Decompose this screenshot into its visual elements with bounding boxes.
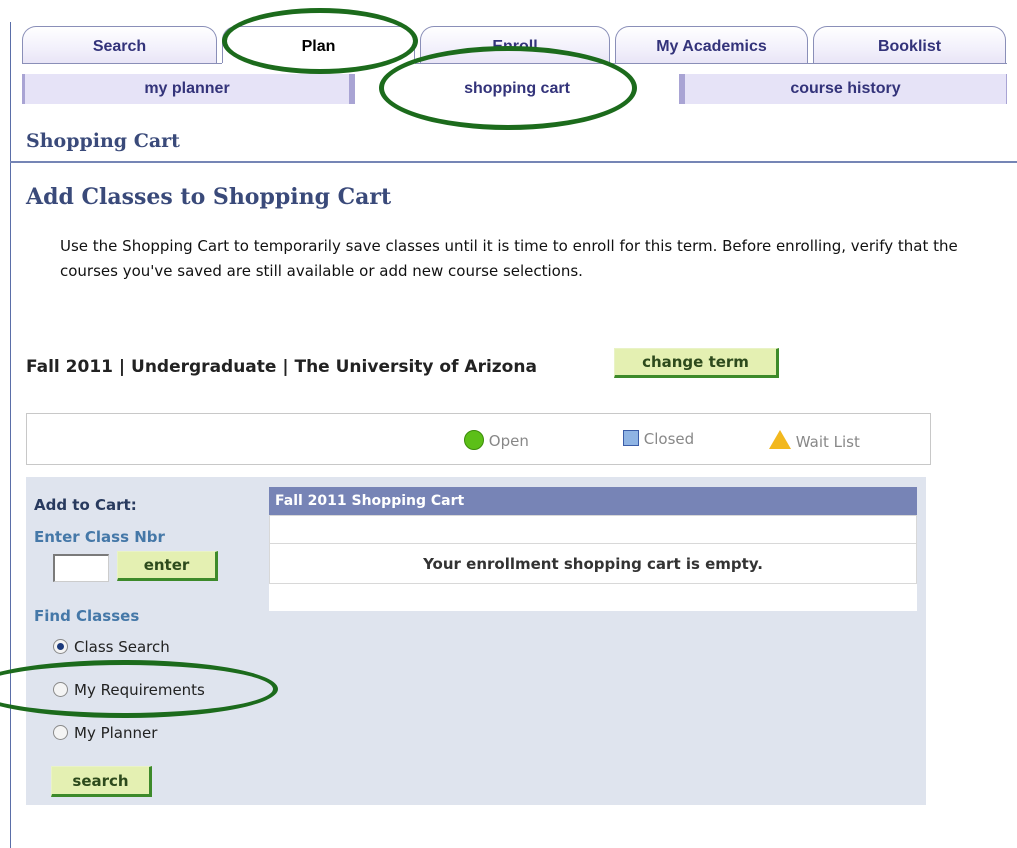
class-nbr-input[interactable] (53, 554, 109, 582)
tab-my-academics[interactable]: My Academics (615, 26, 808, 64)
enter-button[interactable]: enter (117, 551, 218, 581)
table-row (269, 515, 917, 544)
change-term-button[interactable]: change term (614, 348, 779, 378)
subtab-my-planner[interactable]: my planner (22, 74, 352, 104)
intro-text: Use the Shopping Cart to temporarily sav… (60, 237, 958, 280)
legend-open-label: Open (488, 432, 529, 450)
search-button[interactable]: search (51, 766, 152, 797)
subtab-course-history[interactable]: course history (682, 74, 1007, 104)
enter-class-nbr-label: Enter Class Nbr (34, 528, 165, 546)
section-title: Add Classes to Shopping Cart (26, 184, 392, 210)
find-classes-label: Find Classes (34, 607, 140, 625)
tab-search[interactable]: Search (22, 26, 217, 64)
legend-wait-list-label: Wait List (795, 433, 860, 451)
cart-empty-message: Your enrollment shopping cart is empty. (269, 544, 917, 584)
legend-open: Open (464, 430, 529, 450)
radio-my-planner-label: My Planner (74, 724, 158, 742)
wait-list-status-icon (769, 430, 791, 449)
radio-class-search-label: Class Search (74, 638, 170, 656)
open-status-icon (464, 430, 484, 450)
legend-closed-label: Closed (643, 430, 695, 448)
radio-unselected-icon[interactable] (53, 725, 68, 740)
radio-class-search[interactable]: Class Search (53, 638, 170, 656)
left-border-rule (10, 22, 11, 848)
radio-my-planner[interactable]: My Planner (53, 724, 157, 742)
legend-closed: Closed (623, 430, 694, 448)
highlight-ring-plan (222, 8, 418, 74)
term-info: Fall 2011 | Undergraduate | The Universi… (26, 357, 537, 377)
legend-wait-list: Wait List (769, 430, 860, 451)
tab-booklist[interactable]: Booklist (813, 26, 1006, 64)
page-title: Shopping Cart (26, 130, 180, 152)
shopping-cart-title: Fall 2011 Shopping Cart (269, 487, 917, 515)
highlight-ring-shopping-cart (379, 46, 637, 130)
radio-selected-icon[interactable] (53, 639, 68, 654)
add-to-cart-label: Add to Cart: (34, 496, 137, 514)
title-divider (10, 161, 1017, 163)
closed-status-icon (623, 430, 639, 446)
status-legend: Open Closed Wait List (26, 413, 931, 465)
